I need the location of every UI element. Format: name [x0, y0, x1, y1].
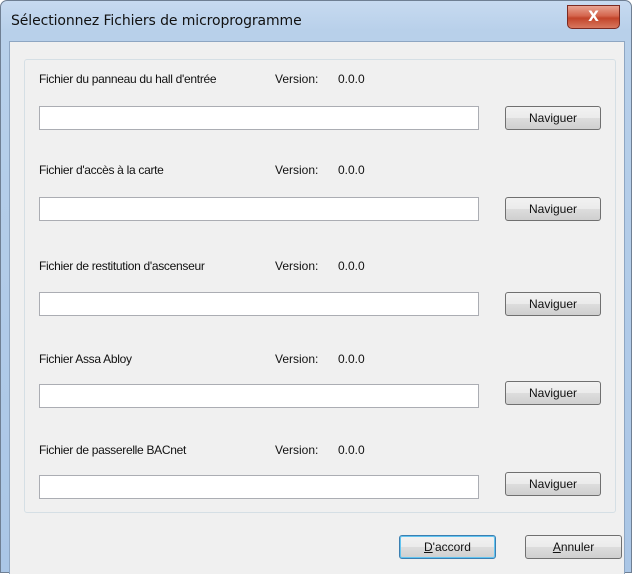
version-label: Version:	[275, 259, 319, 273]
file-label-assa-abloy: Fichier Assa Abloy	[39, 352, 132, 366]
version-label: Version:	[275, 72, 319, 86]
ok-button[interactable]: D'accord	[399, 535, 496, 559]
ok-label: 'accord	[432, 540, 471, 554]
browse-button-bacnet[interactable]: Naviguer	[505, 472, 601, 496]
title-bar: Sélectionnez Fichiers de microprogramme …	[1, 1, 631, 41]
version-value: 0.0.0	[338, 352, 365, 366]
browse-button-elevator[interactable]: Naviguer	[505, 292, 601, 316]
cancel-mnemonic: A	[552, 540, 561, 554]
file-path-input-lobby-panel[interactable]	[39, 106, 479, 130]
file-label-lobby-panel: Fichier du panneau du hall d'entrée	[39, 72, 217, 86]
version-label: Version:	[275, 163, 319, 177]
file-path-input-bacnet[interactable]	[39, 475, 479, 499]
file-path-input-elevator[interactable]	[39, 292, 479, 316]
browse-button-assa-abloy[interactable]: Naviguer	[505, 381, 601, 405]
version-value: 0.0.0	[338, 259, 365, 273]
file-label-bacnet: Fichier de passerelle BACnet	[39, 443, 187, 457]
cancel-button[interactable]: Annuler	[525, 535, 622, 559]
file-label-elevator: Fichier de restitution d'ascenseur	[39, 259, 205, 273]
file-path-input-card-access[interactable]	[39, 197, 479, 221]
version-label: Version:	[275, 443, 319, 457]
version-value: 0.0.0	[338, 443, 365, 457]
version-value: 0.0.0	[338, 163, 365, 177]
window-title: Sélectionnez Fichiers de microprogramme	[11, 13, 302, 29]
close-icon: X	[588, 9, 599, 25]
browse-button-lobby-panel[interactable]: Naviguer	[505, 106, 601, 130]
file-path-input-assa-abloy[interactable]	[39, 384, 479, 408]
version-value: 0.0.0	[338, 72, 365, 86]
file-label-card-access: Fichier d'accès à la carte	[39, 163, 164, 177]
version-label: Version:	[275, 352, 319, 366]
cancel-label: nnuler	[560, 540, 595, 554]
browse-button-card-access[interactable]: Naviguer	[505, 197, 601, 221]
ok-mnemonic: D	[424, 540, 433, 554]
close-button[interactable]: X	[567, 5, 620, 29]
